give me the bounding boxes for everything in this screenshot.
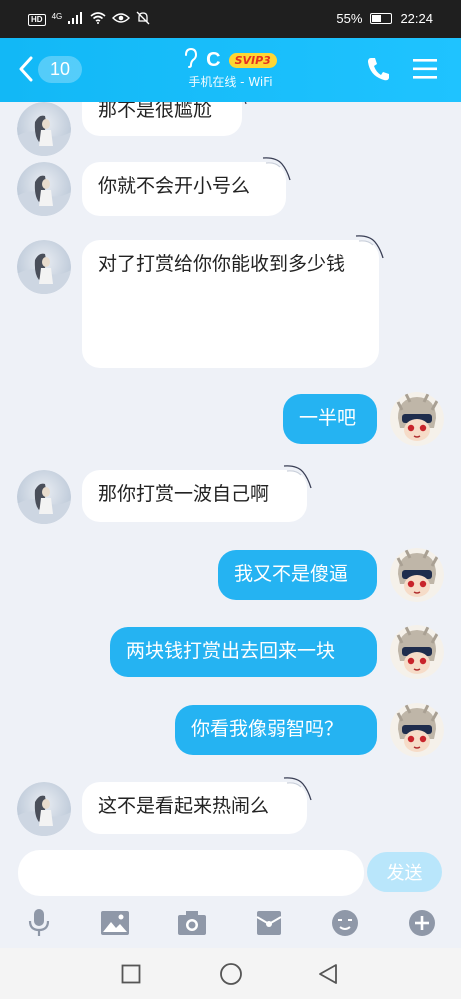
incoming-message-bubble[interactable]: 这不是看起来热闹么 [82,782,307,834]
plus-icon[interactable] [407,908,437,938]
emoji-icon[interactable] [330,908,360,938]
bubble-curl-decoration [262,157,291,181]
mic-icon[interactable] [24,908,54,938]
my-avatar[interactable] [390,392,444,446]
incoming-message-bubble[interactable]: 对了打赏给你你能收到多少钱 [82,240,379,368]
status-bar: HD 4G 55% 22:24 [0,0,461,38]
svip-badge: SVIP3 [228,52,277,68]
contact-avatar[interactable] [17,470,71,524]
clock: 22:24 [400,11,433,26]
menu-icon [413,59,437,79]
red-packet-icon[interactable] [254,908,284,938]
incoming-message-bubble[interactable]: 你就不会开小号么 [82,162,286,216]
bubble-curl-decoration [244,102,247,105]
send-button[interactable]: 发送 [367,852,442,892]
image-icon[interactable] [100,908,130,938]
eye-icon [112,12,131,27]
chat-header: 10 C SVIP3 手机在线 - WiFi [0,38,461,102]
wifi-icon [90,12,106,27]
phone-icon [368,58,389,81]
battery-percent: 55% [336,11,363,26]
system-nav-bar [0,948,461,999]
hd-icon: HD [28,13,46,26]
input-bar: 发送 [0,848,461,898]
chat-toolbar [0,898,461,948]
battery-icon [370,13,393,24]
signal-icon [68,12,84,27]
bubble-curl-decoration [283,777,312,801]
chat-title: C SVIP3 手机在线 - WiFi [0,47,461,90]
my-avatar[interactable] [390,625,444,679]
outgoing-message-bubble[interactable]: 一半吧 [283,394,377,444]
my-avatar[interactable] [390,703,444,757]
incoming-message-bubble[interactable]: 那你打赏一波自己啊 [82,470,307,522]
contact-name: C [206,48,221,71]
outgoing-message-bubble[interactable]: 你看我像弱智吗？ [175,705,377,755]
online-status: 手机在线 - WiFi [188,75,273,89]
contact-avatar[interactable] [17,102,71,156]
message-input[interactable] [18,850,364,896]
contact-avatar[interactable] [17,240,71,294]
outgoing-message-bubble[interactable]: 两块钱打赏出去回来一块 [110,627,377,677]
home-button[interactable] [219,962,243,986]
incoming-message-bubble[interactable]: 那不是很尴尬 [82,102,242,136]
mute-bell-icon [136,11,150,28]
bubble-curl-decoration [355,235,384,259]
recent-apps-button[interactable] [121,964,141,984]
message-list[interactable]: 那不是很尴尬你就不会开小号么对了打赏给你你能收到多少钱一半吧那你打赏一波自己啊我… [0,102,461,848]
contact-avatar[interactable] [17,782,71,836]
outgoing-message-bubble[interactable]: 我又不是傻逼 [218,550,377,600]
network-type: 4G [51,12,63,21]
menu-button[interactable] [413,58,437,84]
my-avatar[interactable] [390,548,444,602]
ear-icon [184,47,198,72]
back-nav-button[interactable] [318,963,338,985]
contact-avatar[interactable] [17,162,71,216]
bubble-curl-decoration [283,465,312,489]
camera-icon[interactable] [177,908,207,938]
phone-call-button[interactable] [366,56,390,86]
